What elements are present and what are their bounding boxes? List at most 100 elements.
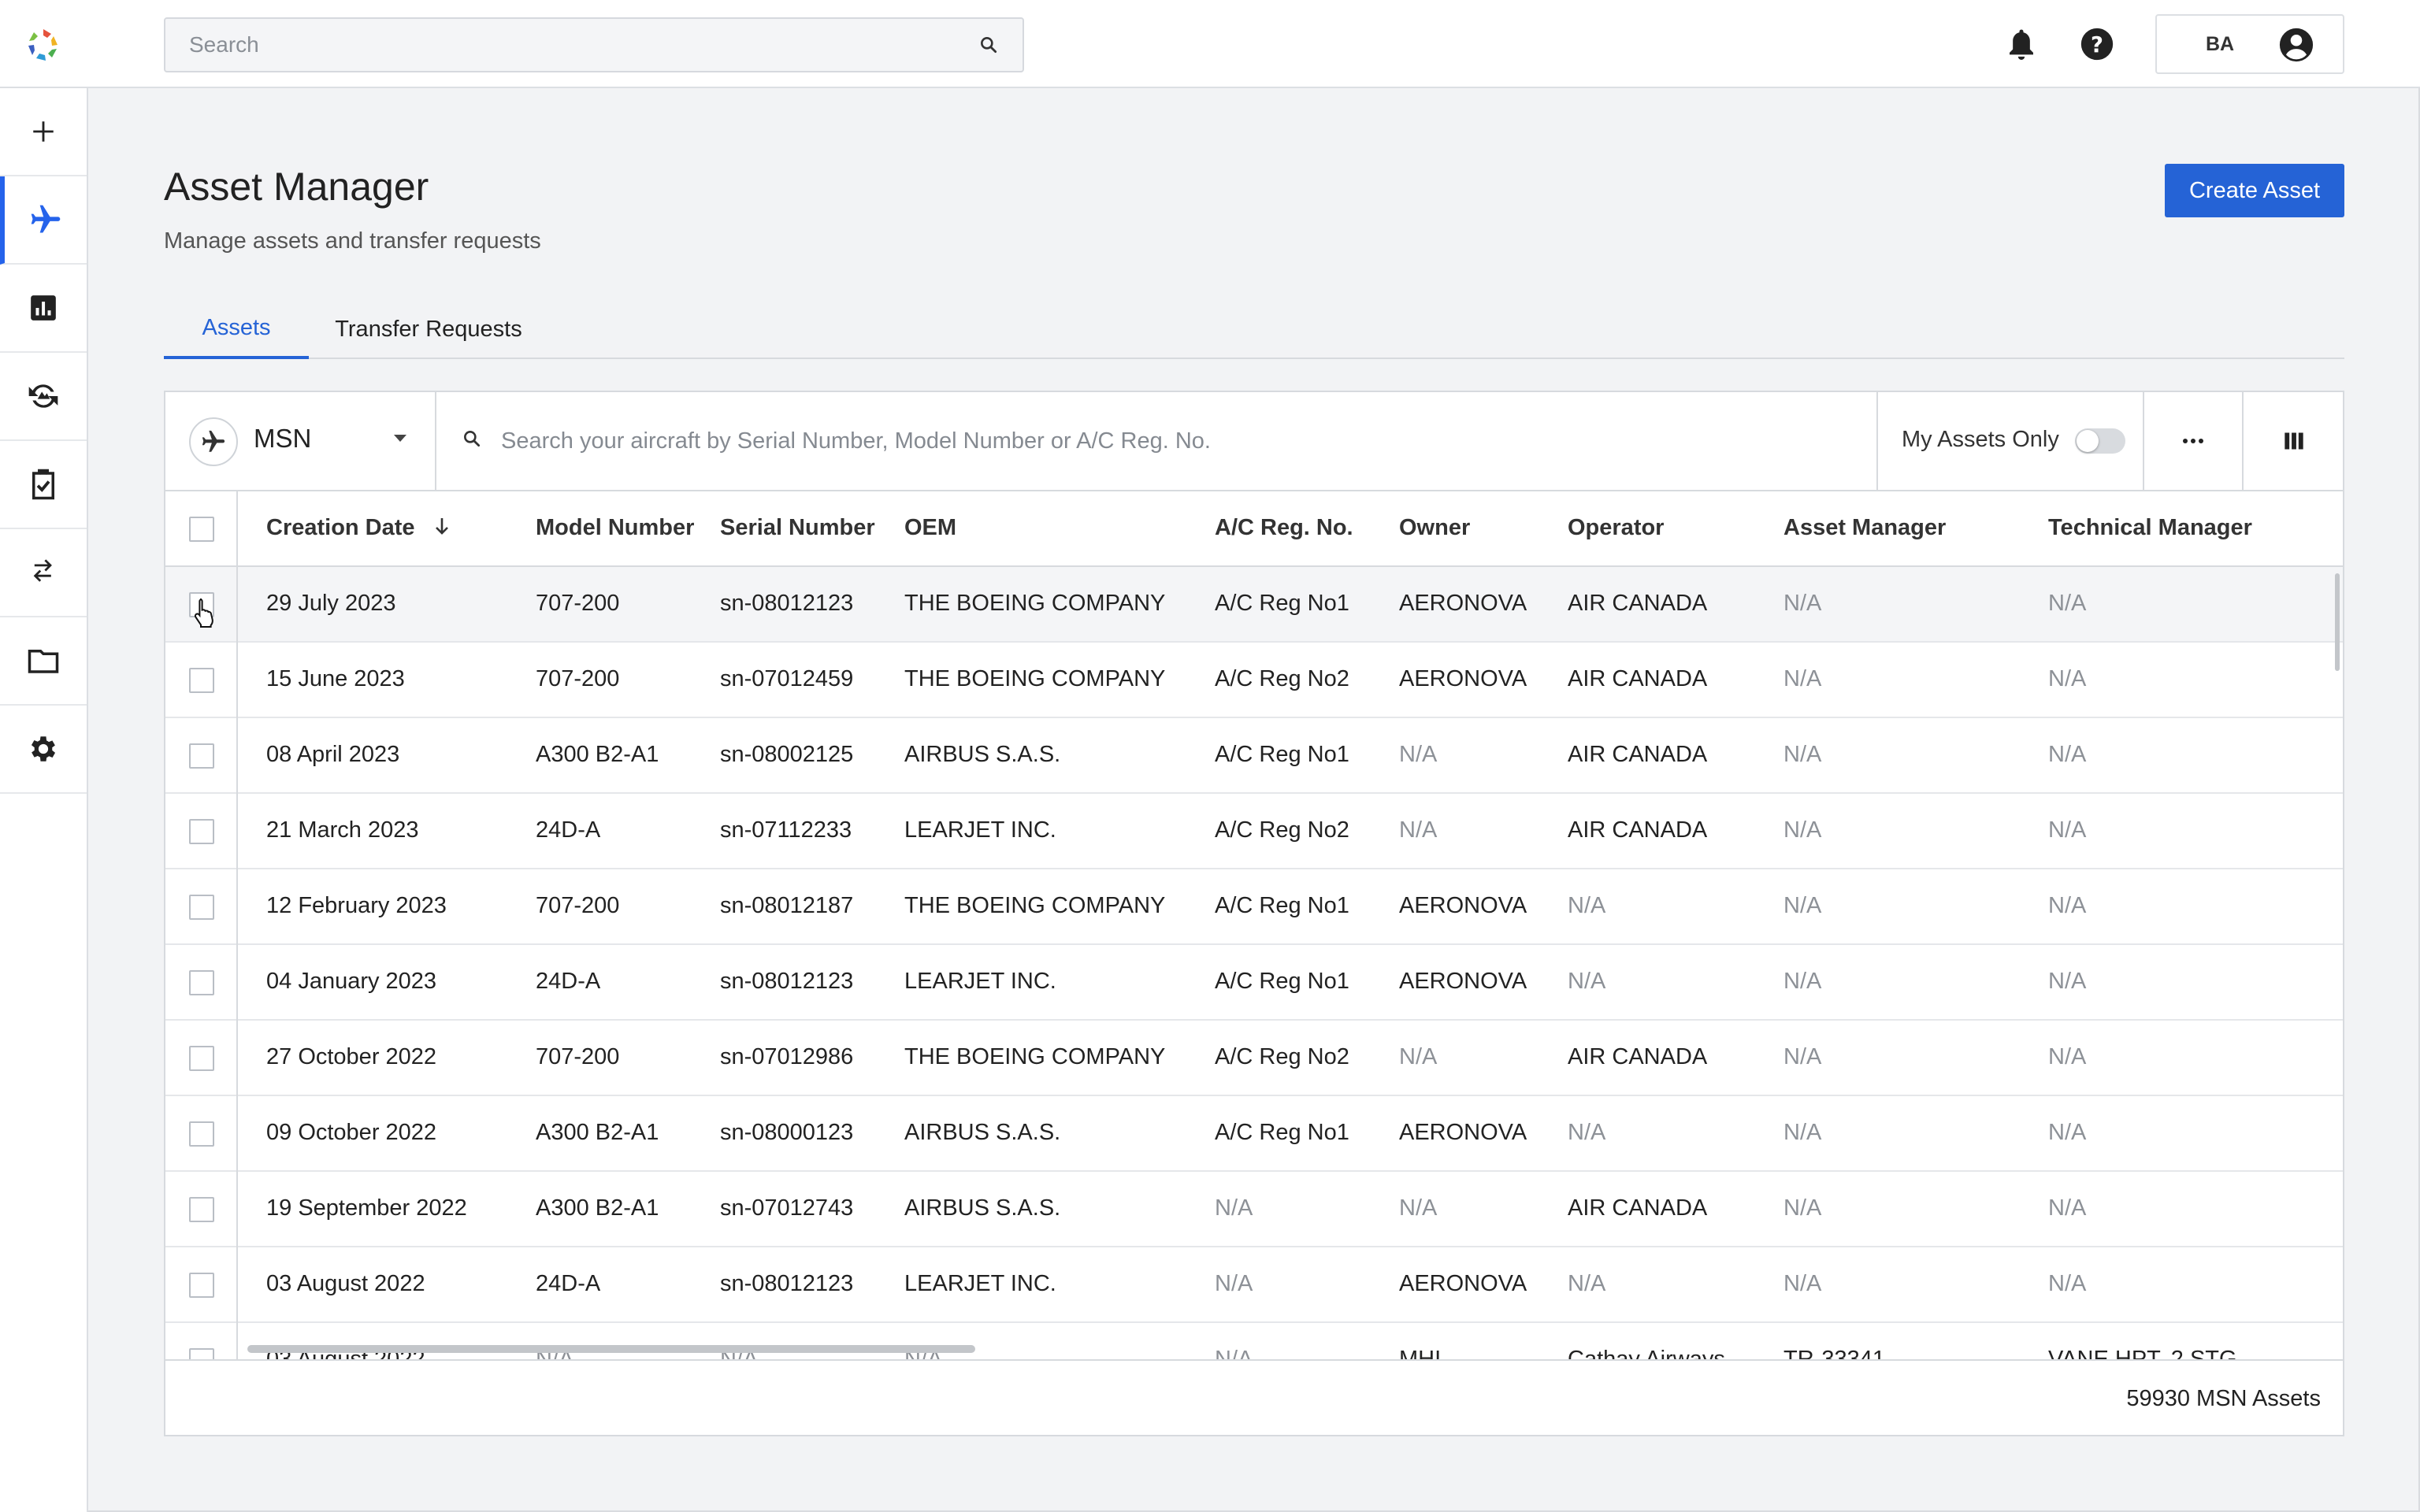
table-row[interactable]: 27 October 2022 707-200 sn-07012986 THE BOE… [165,1021,2343,1096]
column-header-ac-reg-no[interactable]: A/C Reg. No. [1215,515,1353,541]
page-title: Asset Manager [164,165,429,209]
sidebar-item-sync[interactable] [0,353,87,441]
top-bar: ? BA [0,0,2420,88]
cell-operator: AIR CANADA [1568,742,1708,767]
cell-creation-date: 03 August 2022 [266,1271,425,1296]
cell-oem: AIRBUS S.A.S. [904,1195,1061,1221]
user-menu[interactable]: BA [2155,14,2344,74]
cell-creation-date: 19 September 2022 [266,1195,467,1221]
cell-ac-reg-no: A/C Reg No1 [1215,893,1349,918]
sidebar-item-create[interactable] [0,88,87,176]
assets-card: MSN My Assets Only Creation Date Model N… [164,391,2344,1436]
cell-operator: AIR CANADA [1568,817,1708,843]
hand-cursor-icon [194,598,213,628]
sidebar-item-tasks[interactable] [0,441,87,529]
help-icon[interactable]: ? [2078,25,2116,63]
column-header-creation-date[interactable]: Creation Date [266,515,451,541]
column-header-model-number[interactable]: Model Number [536,515,694,541]
cell-owner: MHI [1399,1347,1442,1359]
create-asset-button[interactable]: Create Asset [2165,164,2344,217]
table-row[interactable]: 21 March 2023 24D-A sn-07112233 LEARJET INC… [165,794,2343,869]
cell-creation-date: 04 January 2023 [266,969,437,994]
table-row[interactable]: 12 February 2023 707-200 sn-08012187 THE BO… [165,869,2343,945]
sidebar-item-transfers[interactable] [0,529,87,617]
account-icon [2279,28,2314,62]
table-row[interactable]: 08 April 2023 A300 B2-A1 sn-08002125 AIRBUS… [165,718,2343,794]
asset-search-input[interactable] [501,428,1840,454]
sidebar-item-reports[interactable] [0,265,87,353]
airplane-icon [31,205,61,233]
cell-owner: AERONOVA [1399,1120,1527,1145]
column-header-oem[interactable]: OEM [904,515,956,541]
cell-model-number: 24D-A [536,969,601,994]
cell-oem: THE BOEING COMPANY [904,591,1166,616]
table-row[interactable]: 03 August 2022 N/A N/A N/A N/A MHI Cathay Airw… [165,1323,2343,1359]
cell-owner: N/A [1399,1195,1438,1221]
more-options-button[interactable] [2144,392,2244,490]
cell-serial-number: sn-08012187 [720,893,854,918]
cell-asset-manager: N/A [1783,1195,1822,1221]
app-logo-icon[interactable] [25,27,61,63]
cell-serial-number: sn-08002125 [720,742,854,767]
cell-creation-date: 09 October 2022 [266,1120,437,1145]
cell-model-number: 707-200 [536,1044,620,1069]
cell-technical-manager: N/A [2048,591,2087,616]
cell-owner: N/A [1399,817,1438,843]
sidebar-item-files[interactable] [0,617,87,706]
cell-creation-date: 29 July 2023 [266,591,396,616]
column-header-technical-manager[interactable]: Technical Manager [2048,515,2252,541]
cell-ac-reg-no: A/C Reg No1 [1215,591,1349,616]
column-header-owner[interactable]: Owner [1399,515,1470,541]
cell-asset-manager: N/A [1783,969,1822,994]
horizontal-scrollbar[interactable] [247,1345,975,1353]
cell-ac-reg-no: A/C Reg No2 [1215,1044,1349,1069]
chevron-down-icon [394,435,406,442]
cell-ac-reg-no: N/A [1215,1347,1253,1359]
cell-technical-manager: N/A [2048,666,2087,691]
column-label: Creation Date [266,515,415,540]
cell-operator: N/A [1568,1271,1606,1296]
table-row[interactable]: 19 September 2022 A300 B2-A1 sn-07012743 AI… [165,1172,2343,1247]
cell-asset-manager: N/A [1783,742,1822,767]
cell-model-number: A300 B2-A1 [536,1120,659,1145]
table-row[interactable]: 29 July 2023 707-200 sn-08012123 THE BOEING… [165,567,2343,643]
sidebar-item-assets[interactable] [0,176,87,265]
tab-assets[interactable]: Assets [164,299,309,359]
tab-transfer-requests[interactable]: Transfer Requests [321,299,536,359]
table-row[interactable]: 04 January 2023 24D-A sn-08012123 LEARJET I… [165,945,2343,1021]
plus-icon [33,121,54,142]
sidebar-item-settings[interactable] [0,706,87,794]
cell-operator: N/A [1568,893,1606,918]
vertical-scrollbar[interactable] [2335,573,2340,671]
cell-serial-number: sn-08012123 [720,1271,854,1296]
cell-oem: LEARJET INC. [904,817,1056,843]
cell-oem: AIRBUS S.A.S. [904,742,1061,767]
search-icon[interactable] [978,35,999,55]
table-row[interactable]: 15 June 2023 707-200 sn-07012459 THE BOEING… [165,643,2343,718]
cell-asset-manager: N/A [1783,1271,1822,1296]
column-header-operator[interactable]: Operator [1568,515,1664,541]
cell-model-number: A300 B2-A1 [536,1195,659,1221]
columns-button[interactable] [2245,392,2343,490]
bell-icon[interactable] [2002,25,2040,63]
cell-technical-manager: N/A [2048,1195,2087,1221]
arrow-down-icon[interactable] [432,516,451,538]
cell-oem: AIRBUS S.A.S. [904,1120,1061,1145]
cell-creation-date: 08 April 2023 [266,742,400,767]
cell-operator: N/A [1568,1120,1606,1145]
cell-owner: AERONOVA [1399,893,1527,918]
cell-creation-date: 12 February 2023 [266,893,447,918]
column-header-serial-number[interactable]: Serial Number [720,515,875,541]
asset-search[interactable] [438,392,1883,490]
table-row[interactable]: 09 October 2022 A300 B2-A1 sn-08000123 AIRB… [165,1096,2343,1172]
table-row[interactable]: 03 August 2022 24D-A sn-08012123 LEARJET IN… [165,1247,2343,1323]
page-subtitle: Manage assets and transfer requests [164,228,541,254]
cell-technical-manager: N/A [2048,1120,2087,1145]
global-search[interactable] [164,17,1024,72]
cell-oem: LEARJET INC. [904,1271,1056,1296]
my-assets-toggle[interactable] [2075,428,2125,454]
column-header-asset-manager[interactable]: Asset Manager [1783,515,1946,541]
asset-type-select[interactable]: MSN [165,392,436,490]
cell-asset-manager: TR-33341 [1783,1347,1885,1359]
global-search-input[interactable] [189,32,978,57]
